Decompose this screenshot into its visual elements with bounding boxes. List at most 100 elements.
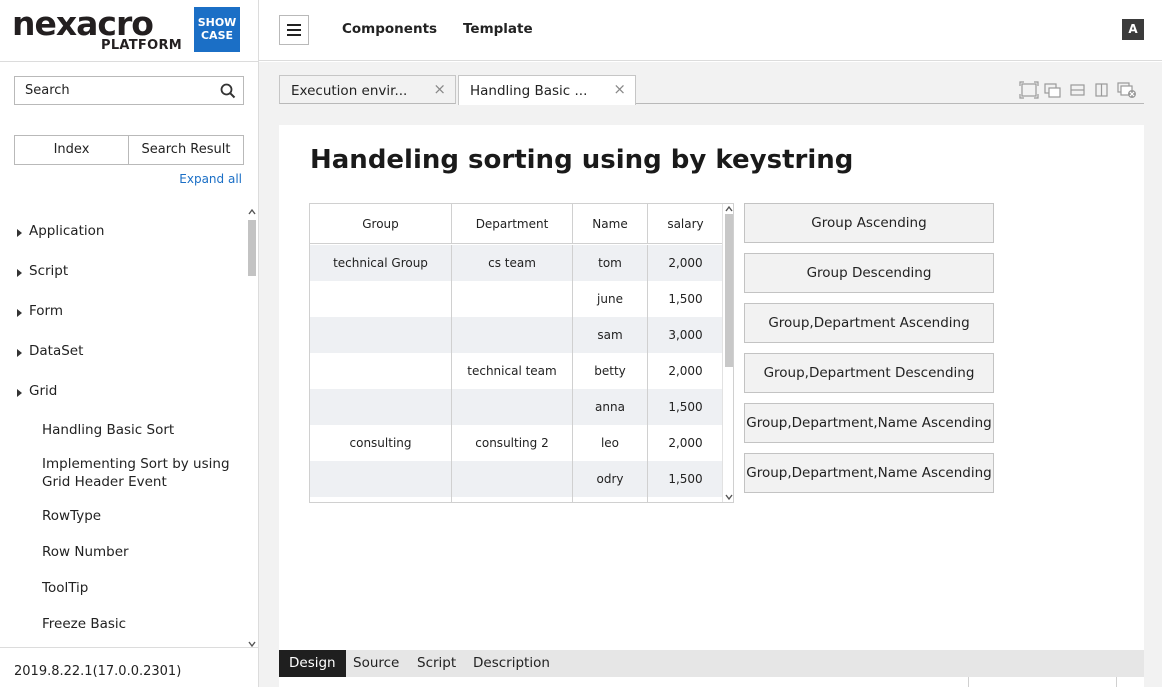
cell-name: june [573, 281, 648, 317]
cell-department [452, 281, 573, 317]
group-department-ascending-button[interactable]: Group,Department Ascending [744, 303, 994, 343]
cell-name [573, 497, 648, 502]
tree-subitem-sort-by-header-event[interactable]: Implementing Sort by using Grid Header E… [42, 455, 232, 491]
tree-item-label: Grid [29, 383, 58, 399]
scrollbar-thumb[interactable] [248, 220, 256, 276]
logo-subtitle: PLATFORM [101, 38, 183, 53]
search-input[interactable] [15, 77, 211, 104]
cell-department: technical team [452, 353, 573, 389]
close-icon[interactable]: × [613, 80, 626, 98]
divider [968, 677, 969, 687]
tab-execution-environment[interactable]: Execution envir... × [279, 75, 456, 104]
close-all-icon[interactable] [1117, 81, 1137, 99]
window-tools [1019, 81, 1139, 99]
tile-vertical-icon[interactable] [1094, 81, 1110, 99]
tree-item-label: Application [29, 223, 105, 239]
tab-design[interactable]: Design [279, 650, 346, 677]
cell-group [310, 497, 452, 502]
group-department-descending-button[interactable]: Group,Department Descending [744, 353, 994, 393]
tile-horizontal-icon[interactable] [1070, 81, 1086, 99]
cell-salary: 1,500 [668, 400, 703, 414]
scroll-up-icon[interactable] [725, 205, 733, 213]
tree-subitem-rowtype[interactable]: RowType [42, 507, 101, 525]
scrollbar-thumb[interactable] [725, 214, 733, 367]
table-row[interactable]: technical Group cs team tom 2,000 [310, 245, 723, 281]
logo[interactable]: nexacro PLATFORM SHOW CASE [0, 0, 258, 60]
tab-source[interactable]: Source [353, 650, 399, 677]
divider [1116, 677, 1117, 687]
bottom-tab-bar: Design Source Script Description [279, 650, 1144, 677]
tree-item-label: DataSet [29, 343, 84, 359]
cell-group: consulting [310, 425, 452, 461]
search-box [14, 76, 244, 105]
cell-salary: 1,500 [668, 292, 703, 306]
version-label: 2019.8.22.1(17.0.0.2301) [14, 664, 182, 679]
column-header-group[interactable]: Group [310, 204, 452, 244]
maximize-icon[interactable] [1019, 81, 1039, 99]
cell-salary: 2,000 [668, 364, 703, 378]
table-row[interactable] [310, 497, 723, 502]
cell-salary: 2,000 [668, 436, 703, 450]
grid-scrollbar[interactable] [722, 204, 733, 502]
cell-department [452, 497, 573, 502]
table-row[interactable]: consulting consulting 2 leo 2,000 [310, 425, 723, 461]
menu-button[interactable] [279, 15, 309, 45]
cell-group [310, 389, 452, 425]
tab-script[interactable]: Script [417, 650, 456, 677]
divider [636, 103, 1144, 104]
column-header-department[interactable]: Department [452, 204, 573, 244]
divider [0, 61, 258, 62]
expand-all-link[interactable]: Expand all [179, 172, 242, 186]
table-row[interactable]: technical team betty 2,000 [310, 353, 723, 389]
cascade-icon[interactable] [1044, 81, 1062, 99]
table-row[interactable]: odry 1,500 [310, 461, 723, 497]
sort-grid[interactable]: Group Department Name salary technical G… [309, 203, 734, 503]
search-result-tab-button[interactable]: Search Result [128, 135, 244, 165]
component-tree: Application Script Form DataSet Grid Han… [0, 212, 246, 647]
close-icon[interactable]: × [433, 80, 446, 98]
tree-subitem-freeze-basic[interactable]: Freeze Basic [42, 615, 126, 633]
showcase-badge: SHOW CASE [194, 7, 240, 52]
demo-panel: Handeling sorting using by keystring Gro… [279, 125, 1144, 650]
sidebar-scrollbar[interactable] [246, 208, 258, 648]
cell-name: anna [573, 389, 648, 425]
caret-right-icon [17, 309, 22, 317]
group-department-name-ascending-button[interactable]: Group,Department,Name Ascending [744, 403, 994, 443]
cell-name: sam [573, 317, 648, 353]
table-row[interactable]: sam 3,000 [310, 317, 723, 353]
search-icon[interactable] [220, 83, 236, 99]
showcase-line2: CASE [200, 29, 234, 42]
caret-right-icon [17, 349, 22, 357]
group-descending-button[interactable]: Group Descending [744, 253, 994, 293]
scroll-down-icon[interactable] [725, 493, 733, 501]
cell-salary: 1,500 [668, 472, 703, 486]
scroll-up-icon[interactable] [248, 208, 256, 216]
cell-department: cs team [452, 245, 573, 281]
tree-subitem-row-number[interactable]: Row Number [42, 543, 129, 561]
hamburger-line [287, 24, 301, 26]
caret-right-icon [17, 389, 22, 397]
column-header-salary[interactable]: salary [648, 204, 723, 244]
tab-description[interactable]: Description [473, 650, 550, 677]
cell-name: odry [573, 461, 648, 497]
cell-name: leo [573, 425, 648, 461]
cell-department [452, 317, 573, 353]
tree-subitem-handling-basic-sort[interactable]: Handling Basic Sort [42, 421, 174, 439]
cell-group [310, 281, 452, 317]
tab-label: Execution envir... [291, 83, 408, 99]
index-tab-button[interactable]: Index [14, 135, 129, 165]
cell-salary [648, 497, 723, 502]
nav-template[interactable]: Template [463, 21, 533, 37]
caret-right-icon [17, 269, 22, 277]
table-row[interactable]: anna 1,500 [310, 389, 723, 425]
caret-right-icon [17, 229, 22, 237]
tree-subitem-tooltip[interactable]: ToolTip [42, 579, 88, 597]
nav-components[interactable]: Components [342, 21, 437, 37]
group-department-name-ascending-button-2[interactable]: Group,Department,Name Ascending [744, 453, 994, 493]
table-row[interactable]: june 1,500 [310, 281, 723, 317]
group-ascending-button[interactable]: Group Ascending [744, 203, 994, 243]
user-avatar[interactable]: A [1122, 19, 1144, 40]
column-header-name[interactable]: Name [573, 204, 648, 244]
tab-handling-basic-sort[interactable]: Handling Basic ... × [458, 75, 636, 105]
cell-name: betty [573, 353, 648, 389]
